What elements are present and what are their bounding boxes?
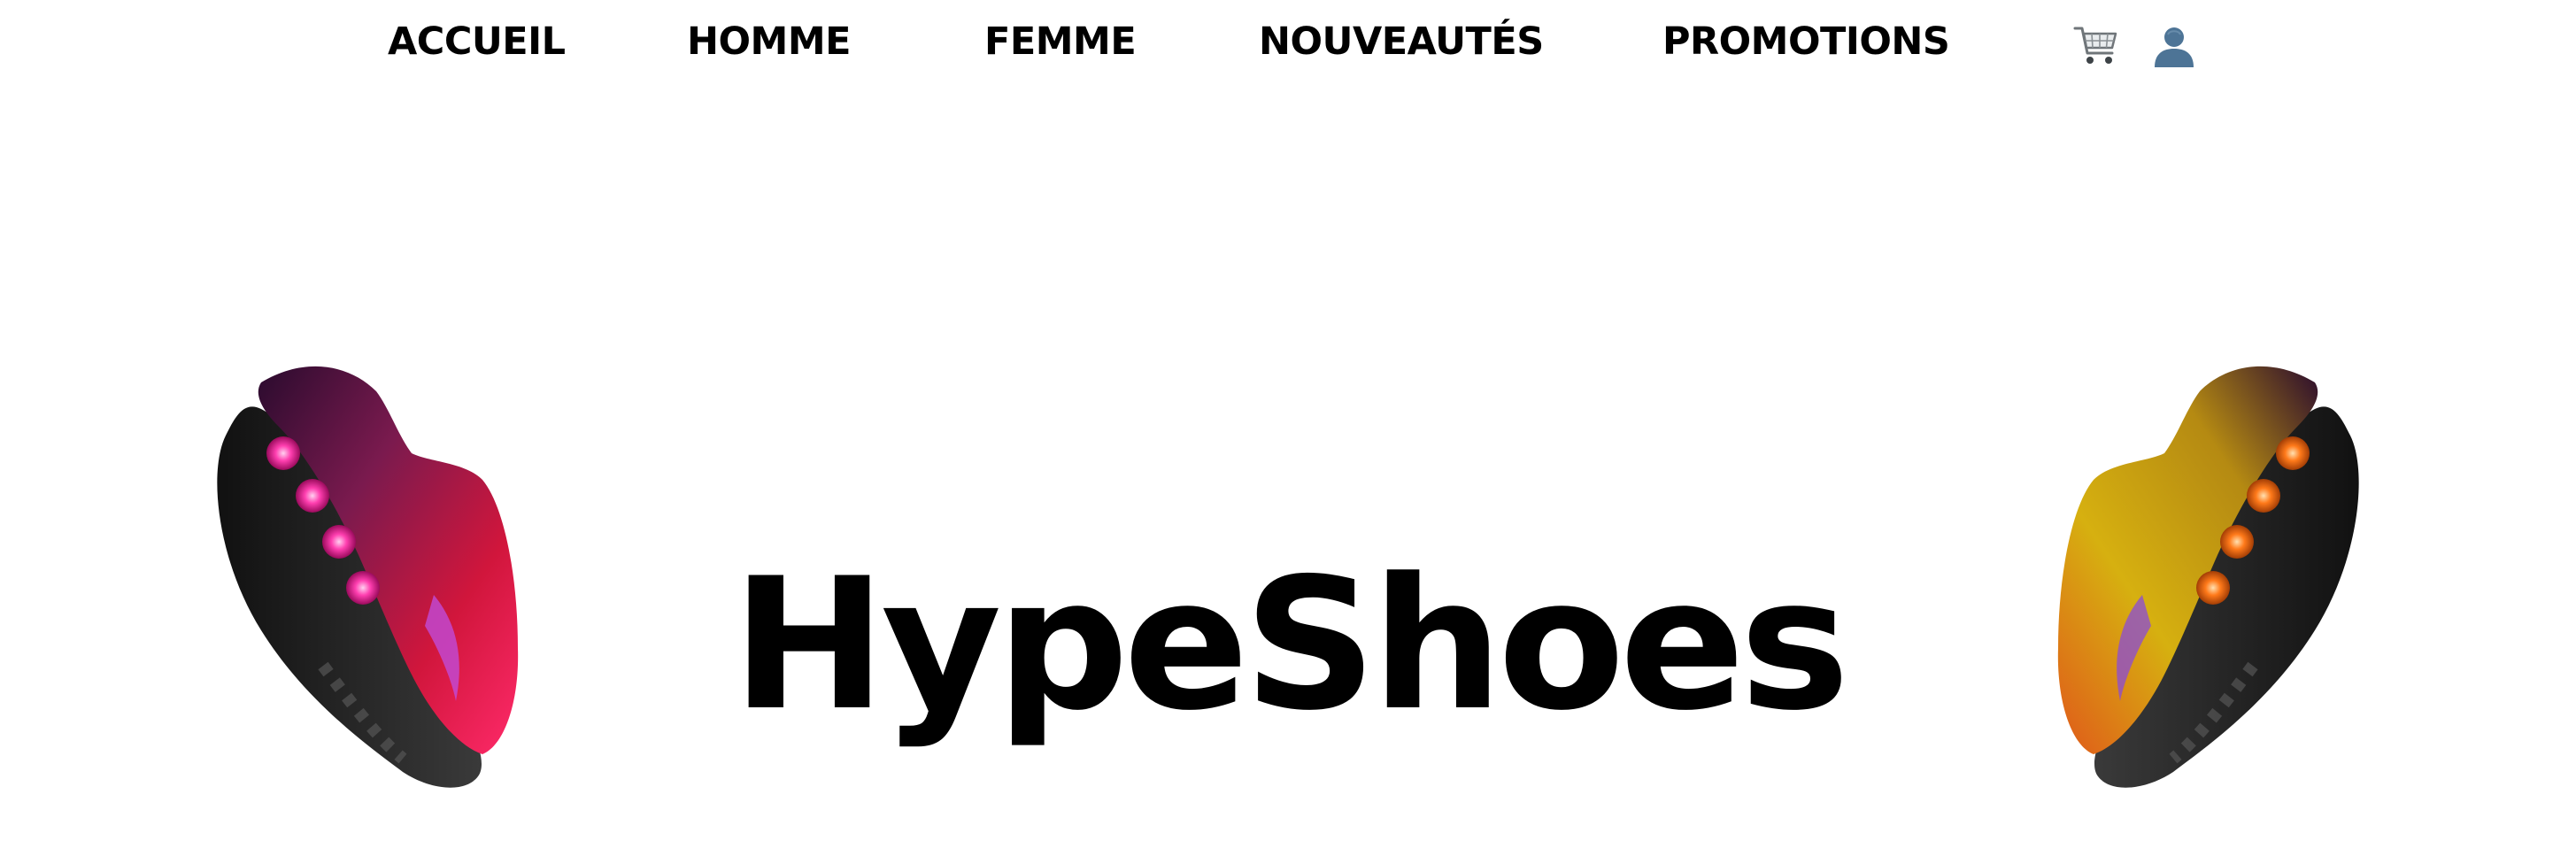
nav-link-accueil[interactable]: ACCUEIL [388, 23, 566, 61]
hero-banner: HypeShoes [0, 266, 2576, 832]
user-account-icon[interactable] [2149, 21, 2199, 71]
nav-link-femme[interactable]: FEMME [984, 23, 1137, 61]
nav-link-promotions[interactable]: PROMOTIONS [1662, 23, 1950, 61]
nav-link-nouveautes[interactable]: NOUVEAUTÉS [1259, 23, 1544, 61]
shopping-cart-icon[interactable] [2071, 21, 2121, 71]
brand-title: HypeShoes [731, 540, 1849, 752]
nav-link-homme[interactable]: HOMME [687, 23, 852, 61]
main-navigation: ACCUEIL HOMME FEMME NOUVEAUTÉS PROMOTION… [0, 16, 2576, 78]
